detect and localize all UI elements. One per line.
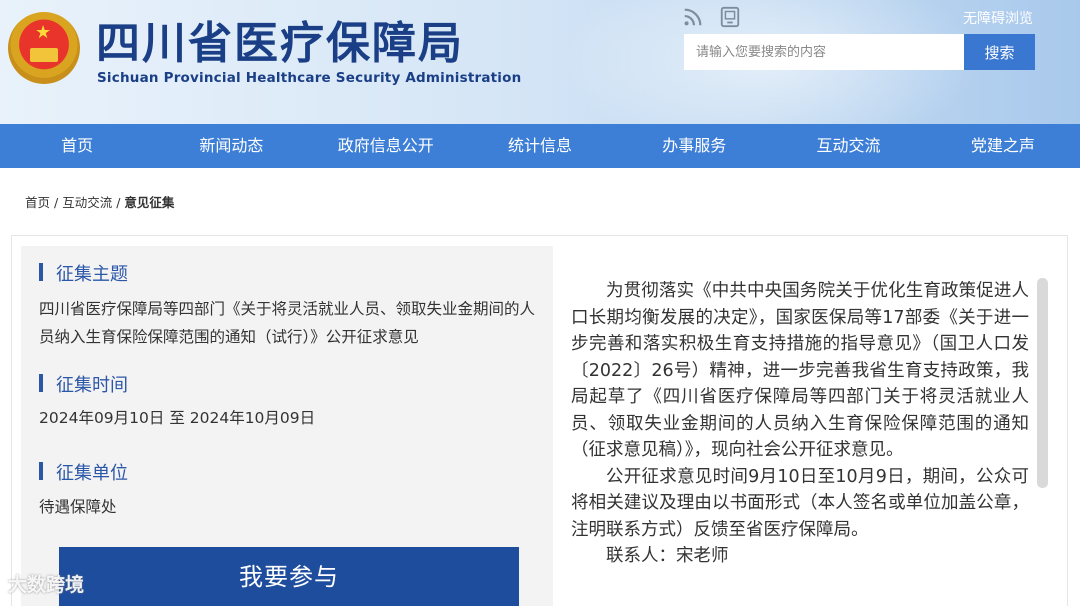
unit-text: 待遇保障处 (39, 498, 117, 516)
mobile-site-icon[interactable] (719, 6, 741, 28)
search-input[interactable] (684, 34, 964, 70)
time-text: 2024年09月10日 至 2024年10月09日 (39, 409, 316, 427)
gate-icon (30, 48, 58, 62)
breadcrumb: 首页 / 互动交流 / 意见征集 (25, 192, 174, 211)
breadcrumb-section[interactable]: 互动交流 (62, 195, 112, 210)
article-body: 为贯彻落实《中共中央国务院关于优化生育政策促进人口长期均衡发展的决定》，国家医保… (571, 278, 1029, 570)
search-button[interactable]: 搜索 (964, 34, 1035, 70)
nav-item-statistics[interactable]: 统计信息 (463, 124, 617, 168)
nav-item-news[interactable]: 新闻动态 (154, 124, 308, 168)
watermark: 大数跨境 (8, 574, 85, 596)
unit-heading: 征集单位 (39, 459, 128, 485)
star-icon: ★ (35, 22, 52, 43)
nav-item-party[interactable]: 党建之声 (926, 124, 1080, 168)
breadcrumb-separator: / (54, 195, 59, 210)
article-scrollbar[interactable] (1037, 278, 1048, 488)
breadcrumb-home[interactable]: 首页 (25, 195, 50, 210)
topic-heading: 征集主题 (39, 260, 128, 286)
main-nav: 首页 新闻动态 政府信息公开 统计信息 办事服务 互动交流 党建之声 (0, 124, 1080, 168)
breadcrumb-separator: / (116, 195, 121, 210)
article-paragraph: 为贯彻落实《中共中央国务院关于优化生育政策促进人口长期均衡发展的决定》，国家医保… (571, 281, 1029, 460)
site-header: ★ 四川省医疗保障局 Sichuan Provincial Healthcare… (0, 0, 1080, 124)
article-paragraph: 公开征求意见时间9月10日至10月9日，期间，公众可将相关建议及理由以书面形式（… (571, 466, 1029, 540)
participate-button[interactable]: 我要参与 (59, 547, 519, 606)
site-logo-title[interactable]: 四川省医疗保障局 (96, 18, 464, 70)
breadcrumb-current: 意见征集 (124, 195, 175, 210)
topic-text: 四川省医疗保障局等四部门《关于将灵活就业人员、领取失业金期间的人员纳入生育保险保… (39, 300, 536, 346)
accessibility-link[interactable]: 无障碍浏览 (963, 8, 1033, 28)
nav-item-services[interactable]: 办事服务 (617, 124, 771, 168)
nav-item-interaction[interactable]: 互动交流 (771, 124, 925, 168)
national-emblem-logo[interactable]: ★ (8, 12, 80, 84)
nav-item-gov-info[interactable]: 政府信息公开 (309, 124, 463, 168)
time-heading: 征集时间 (39, 371, 128, 397)
rss-icon[interactable] (682, 6, 704, 28)
site-logo-subtitle: Sichuan Provincial Healthcare Security A… (97, 70, 522, 86)
nav-item-home[interactable]: 首页 (0, 124, 154, 168)
article-paragraph: 联系人：宋老师 (606, 546, 729, 566)
